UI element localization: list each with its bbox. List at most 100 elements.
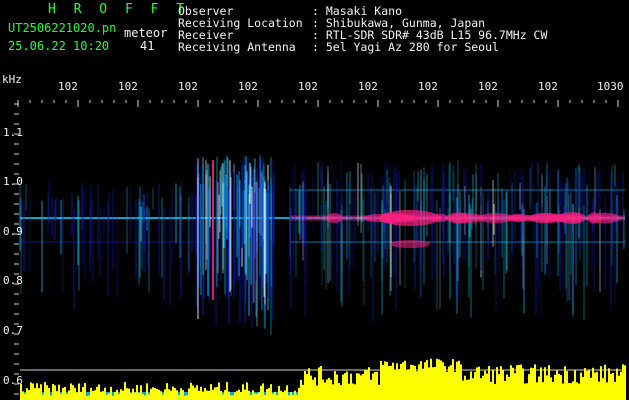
level-bar (512, 367, 514, 400)
level-bar (48, 387, 50, 400)
level-bar (562, 383, 564, 400)
level-bar (324, 382, 326, 400)
level-bar (390, 365, 392, 400)
level-bar (404, 360, 406, 400)
level-bar (116, 389, 118, 400)
level-bar (84, 382, 86, 400)
level-bar (568, 383, 570, 400)
level-bar (248, 390, 250, 400)
signal-hotspot (326, 212, 343, 224)
level-bar (604, 364, 606, 400)
level-bar (268, 388, 270, 400)
level-bar (418, 364, 420, 400)
level-bar (614, 381, 616, 400)
level-bar (130, 393, 132, 400)
level-bar (256, 393, 258, 400)
level-bar (586, 370, 588, 400)
level-bar (388, 366, 390, 400)
axis-ticks (14, 100, 619, 395)
level-bar (608, 368, 610, 400)
level-bar (440, 360, 442, 400)
level-bar (230, 395, 232, 400)
level-bar (304, 370, 306, 400)
level-bar (542, 382, 544, 400)
level-bar (454, 371, 456, 400)
level-bar (386, 362, 388, 400)
level-bar (202, 391, 204, 400)
level-bar (416, 371, 418, 400)
signal-hotspot (380, 210, 440, 226)
level-bar (60, 393, 62, 400)
level-bar (282, 392, 284, 400)
x-tick-label: 102 (238, 80, 258, 93)
level-bar (272, 393, 274, 400)
level-bar (588, 370, 590, 400)
level-bar (612, 372, 614, 400)
level-bar (184, 395, 186, 400)
level-bar (450, 365, 452, 400)
level-bar (470, 371, 472, 400)
level-bar (492, 370, 494, 400)
level-bar (236, 390, 238, 400)
y-axis-unit: kHz (2, 73, 22, 86)
level-bar (606, 382, 608, 400)
level-bar (578, 383, 580, 400)
level-bar (210, 384, 212, 400)
x-tick-label: 102 (478, 80, 498, 93)
level-bar (300, 379, 302, 400)
level-bar (350, 373, 352, 400)
signal-hotspot (587, 212, 600, 224)
level-bar (104, 387, 106, 400)
meteor-label: meteor (124, 26, 168, 40)
level-bar (464, 375, 466, 400)
level-bar (144, 395, 146, 400)
level-bar (414, 366, 416, 400)
level-bar (332, 384, 334, 400)
level-bar (580, 372, 582, 400)
file-name: UT2506221020.pn (8, 21, 117, 35)
level-bar (160, 391, 162, 400)
level-bar (474, 372, 476, 400)
level-bar (598, 381, 600, 400)
level-bar (136, 385, 138, 400)
level-bar (378, 384, 380, 400)
level-bar (284, 390, 286, 400)
level-bar (536, 382, 538, 400)
level-bar (72, 385, 74, 400)
level-bar (472, 378, 474, 400)
level-bar (406, 369, 408, 400)
level-bar (596, 371, 598, 400)
level-bar (258, 392, 260, 400)
level-bar (514, 373, 516, 400)
level-bar (346, 371, 348, 400)
level-bar (28, 390, 30, 400)
level-bar (292, 394, 294, 400)
level-bar (176, 390, 178, 400)
level-bar (520, 364, 522, 400)
level-bar (286, 385, 288, 400)
level-bar (108, 393, 110, 400)
y-tick-label: 0.7 (3, 324, 23, 337)
level-bar (188, 388, 190, 400)
level-bar (262, 383, 264, 400)
level-bar (102, 391, 104, 400)
level-bar (106, 394, 108, 400)
y-tick-label: 1.0 (3, 175, 23, 188)
level-bar (76, 392, 78, 400)
level-bar (556, 370, 558, 400)
level-bar (330, 379, 332, 400)
level-bar (254, 393, 256, 400)
y-tick-label: 1.1 (3, 126, 23, 139)
level-bar (250, 394, 252, 400)
level-bar (158, 389, 160, 400)
level-bar (162, 394, 164, 400)
level-bar (572, 381, 574, 400)
level-bar (448, 366, 450, 400)
level-bar (506, 374, 508, 400)
level-bar (128, 388, 130, 400)
level-bar (336, 374, 338, 400)
level-bar (408, 369, 410, 400)
level-bar (308, 368, 310, 400)
date-time: 25.06.22 10:20 (8, 39, 110, 53)
signal-hotspot (477, 212, 514, 224)
